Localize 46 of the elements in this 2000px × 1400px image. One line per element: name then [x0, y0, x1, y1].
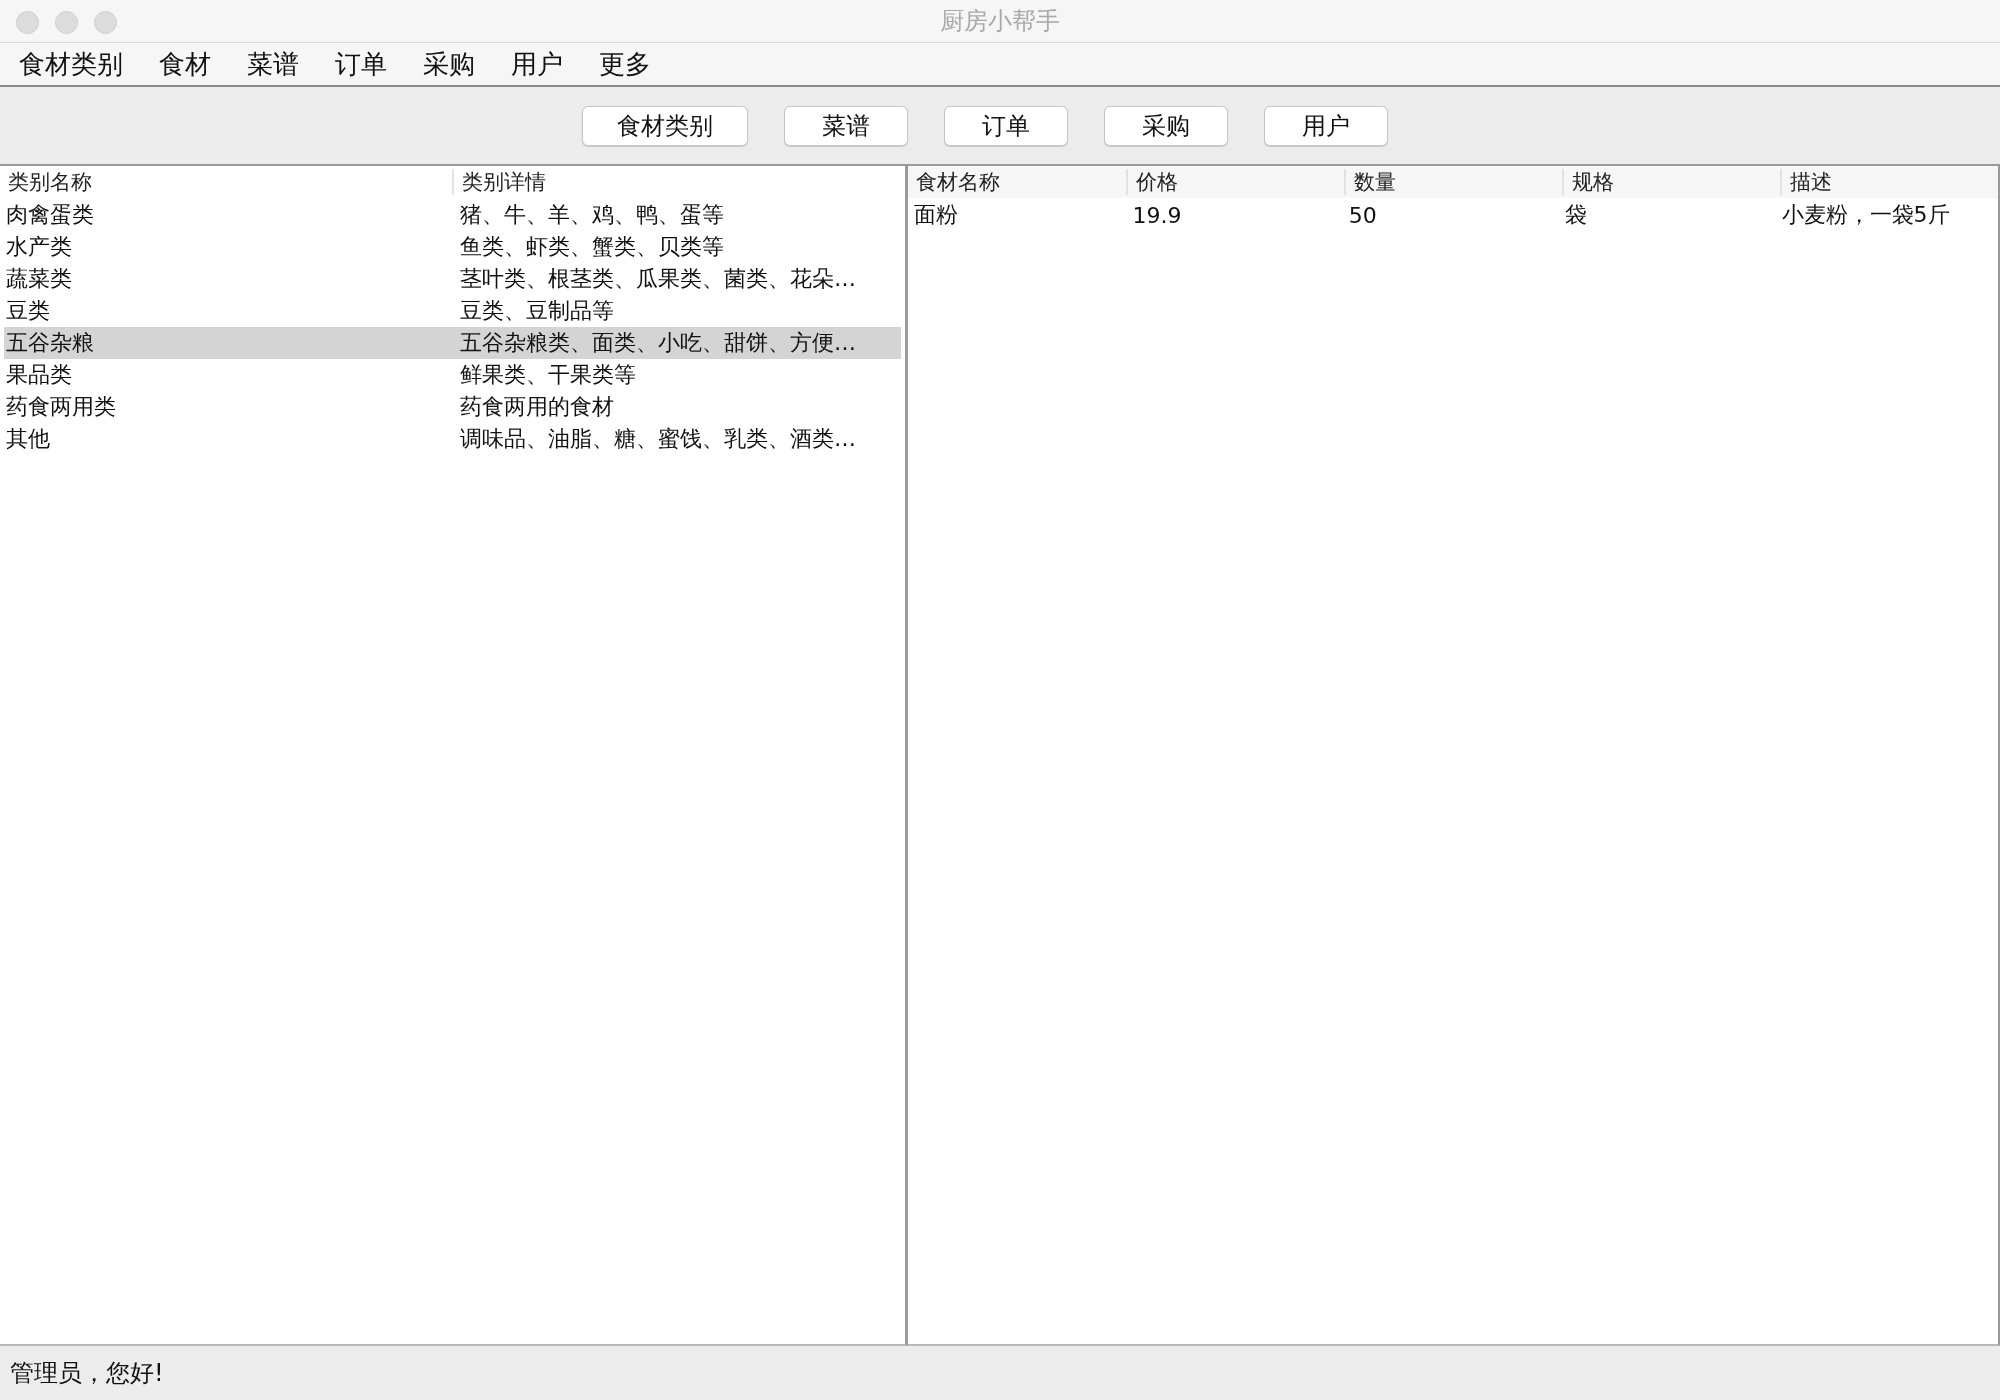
table-cell-text: 鲜果类、干果类等 [459, 361, 637, 389]
window-title: 厨房小帮手 [940, 6, 1060, 37]
minimize-button[interactable] [55, 11, 78, 34]
table-cell-text: 五谷杂粮类、面类、小吃、甜饼、方便… [459, 329, 857, 357]
toolbar-button[interactable]: 用户 [1264, 105, 1388, 146]
table-cell-text: 豆类 [5, 297, 51, 325]
menu-item[interactable]: 食材类别 [19, 46, 123, 82]
table-cell-text: 五谷杂粮 [5, 329, 95, 357]
table-cell-text: 蔬菜类 [5, 265, 73, 293]
table-cell-text: 药食两用类 [5, 393, 117, 421]
menu-item[interactable]: 菜谱 [247, 46, 299, 82]
table-cell-text: 50 [1347, 202, 1378, 228]
toolbar-button[interactable]: 采购 [1104, 105, 1228, 146]
close-button[interactable] [16, 11, 39, 34]
table-cell-text: 茎叶类、根茎类、瓜果类、菌类、花朵… [459, 265, 857, 293]
menu-item[interactable]: 订单 [335, 46, 387, 82]
column-header: 描述 [1780, 169, 1998, 195]
column-header: 价格 [1126, 169, 1344, 195]
table-cell-text: 调味品、油脂、糖、蜜饯、乳类、酒类… [459, 425, 857, 453]
toolbar-button[interactable]: 菜谱 [784, 105, 908, 146]
menu-item[interactable]: 用户 [511, 46, 563, 82]
table-cell-text: 鱼类、虾类、蟹类、贝类等 [459, 233, 725, 261]
table-cell-text: 猪、牛、羊、鸡、鸭、蛋等 [459, 201, 725, 229]
menu-item[interactable]: 更多 [599, 46, 651, 82]
table-cell-text: 袋 [1564, 201, 1589, 229]
status-text: 管理员，您好! [10, 1358, 164, 1389]
column-header: 类别详情 [452, 169, 905, 195]
table-cell-text: 19.9 [1131, 202, 1183, 228]
table-cell-text: 面粉 [913, 201, 959, 229]
column-header: 数量 [1344, 169, 1562, 195]
column-header: 类别名称 [7, 169, 93, 195]
table-cell-text: 肉禽蛋类 [5, 201, 95, 229]
toolbar-button[interactable]: 订单 [944, 105, 1068, 146]
column-header: 食材名称 [915, 169, 1001, 195]
menu-item[interactable]: 采购 [423, 46, 475, 82]
table-cell-text: 药食两用的食材 [459, 393, 615, 421]
toolbar-button[interactable]: 食材类别 [582, 105, 748, 146]
table-cell-text: 小麦粉，一袋5斤 [1780, 201, 1951, 229]
selected-row[interactable]: 五谷杂粮 五谷杂粮类、面类、小吃、甜饼、方便… [4, 327, 901, 359]
zoom-button[interactable] [94, 11, 117, 34]
table-cell-text: 其他 [5, 425, 51, 453]
table-cell-text: 豆类、豆制品等 [459, 297, 615, 325]
table-cell-text: 水产类 [5, 233, 73, 261]
menu-item[interactable]: 食材 [159, 46, 211, 82]
column-header: 规格 [1562, 169, 1780, 195]
table-cell-text: 果品类 [5, 361, 73, 389]
